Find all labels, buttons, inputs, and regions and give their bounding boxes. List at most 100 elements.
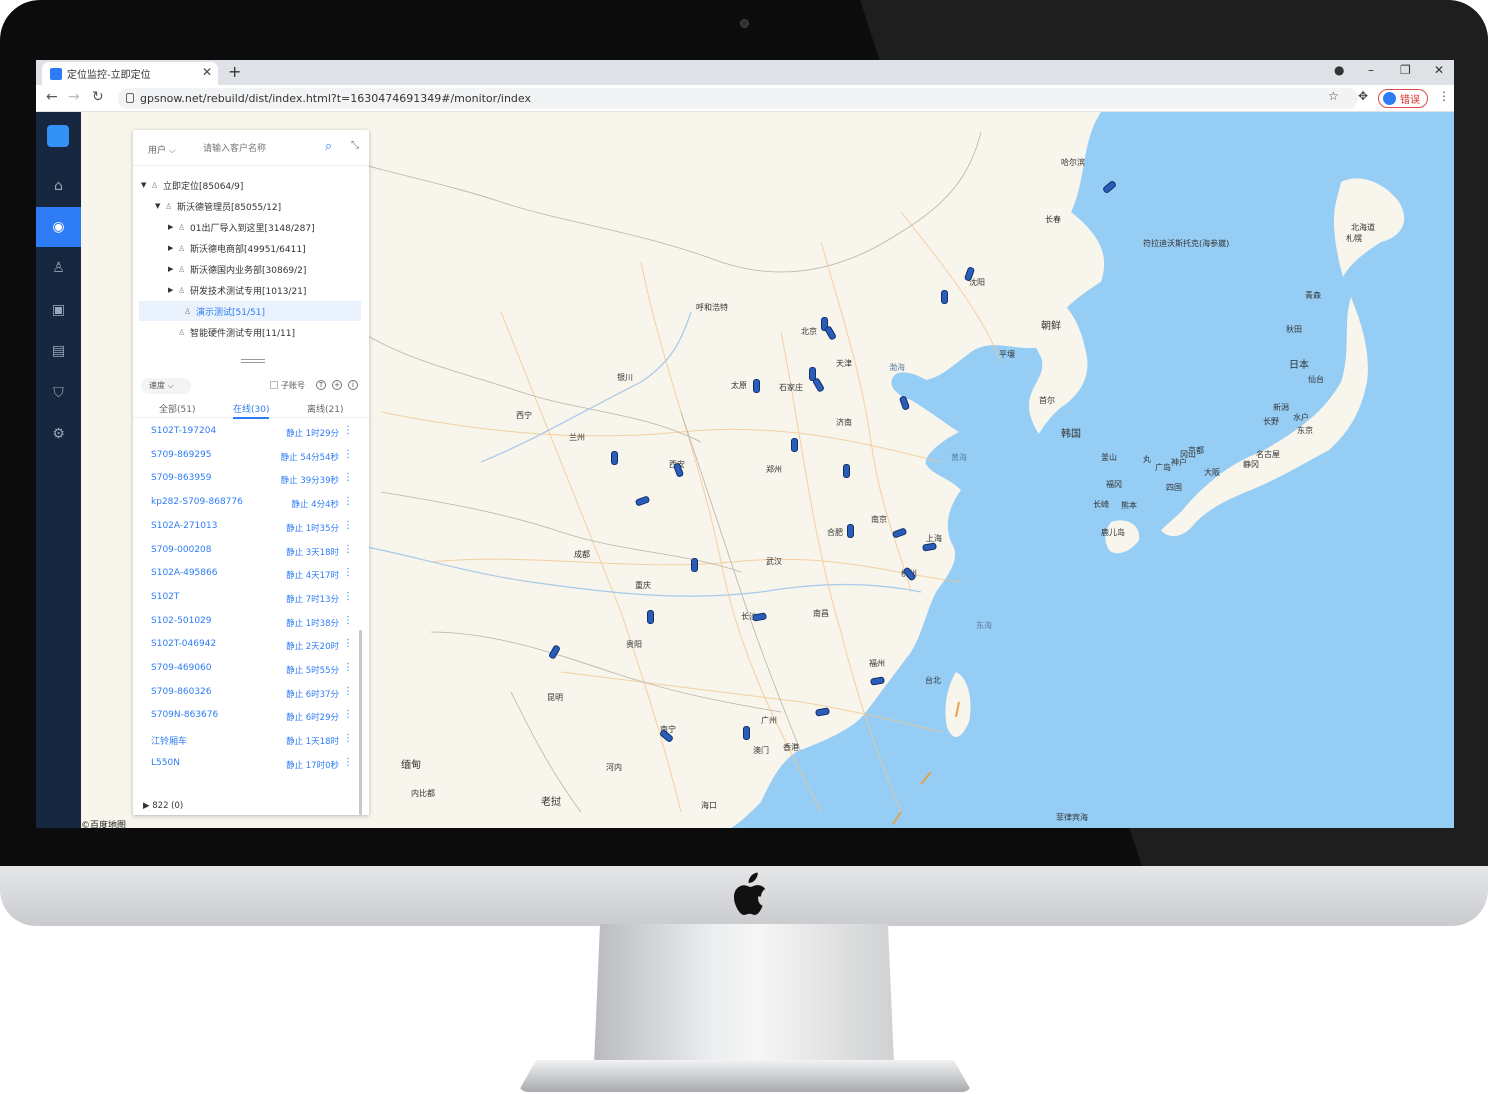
- tree-node[interactable]: ▶ 822 (0): [143, 801, 183, 811]
- profile-icon[interactable]: ●: [1334, 63, 1344, 77]
- map[interactable]: 哈尔滨 长春 呼和浩特 北京 天津 太原 石家庄 济南 银川 兰州 西宁 西安 …: [81, 112, 1454, 828]
- more-icon[interactable]: ⋮: [343, 520, 353, 531]
- more-icon[interactable]: ⋮: [343, 567, 353, 578]
- tab-all[interactable]: 全部(51): [159, 402, 195, 415]
- sub-account-checkbox[interactable]: 子账号: [270, 380, 305, 391]
- caret-down-icon[interactable]: ▼: [155, 202, 165, 210]
- vehicle-name[interactable]: S102T-197204: [151, 426, 216, 436]
- new-tab-icon[interactable]: +: [228, 62, 241, 81]
- more-icon[interactable]: ⋮: [343, 449, 353, 460]
- browser-tab[interactable]: 定位监控-立即定位 ✕: [42, 62, 218, 85]
- more-icon[interactable]: ⋮: [343, 544, 353, 555]
- restore-icon[interactable]: ❐: [1400, 63, 1411, 77]
- collapse-icon[interactable]: ⤡: [351, 140, 359, 151]
- caret-right-icon[interactable]: ▶: [168, 244, 178, 252]
- vehicle-marker[interactable]: [847, 524, 854, 538]
- extensions-icon[interactable]: ✥: [1358, 89, 1368, 103]
- vehicle-marker[interactable]: [941, 290, 948, 304]
- close-tab-icon[interactable]: ✕: [202, 65, 212, 79]
- vehicle-row[interactable]: S709-860326 静止 6时37分 ⋮: [133, 681, 369, 705]
- vehicle-row[interactable]: S102T-046942 静止 2天20时 ⋮: [133, 633, 369, 657]
- vehicle-name[interactable]: 江铃厢车: [151, 734, 187, 747]
- vehicle-marker[interactable]: [691, 558, 698, 572]
- vehicle-row[interactable]: S102A-271013 静止 1时35分 ⋮: [133, 515, 369, 539]
- vehicle-row[interactable]: S709-869295 静止 54分54秒 ⋮: [133, 444, 369, 468]
- vehicle-name[interactable]: S102T: [151, 592, 179, 602]
- vehicle-name[interactable]: L550N: [151, 758, 180, 768]
- tree-node[interactable]: ▼ ♙ 斯沃德管理员[85055/12]: [133, 196, 369, 216]
- tree-node[interactable]: ▶ ♙ 斯沃德电商部[49951/6411]: [133, 238, 369, 258]
- more-icon[interactable]: ⋮: [343, 709, 353, 720]
- url-field[interactable]: gpsnow.net/rebuild/dist/index.html?t=163…: [118, 88, 1358, 109]
- vehicle-marker[interactable]: [843, 464, 850, 478]
- caret-down-icon[interactable]: ▼: [141, 181, 151, 189]
- error-button[interactable]: 错误: [1378, 89, 1428, 108]
- vehicle-row[interactable]: S102A-495866 静止 4天17时 ⋮: [133, 562, 369, 586]
- tree-node[interactable]: ▶ ♙ 01出厂导入到这里[3148/287]: [133, 217, 369, 237]
- report-icon[interactable]: ▤: [36, 331, 81, 371]
- scrollbar[interactable]: [359, 630, 362, 815]
- vehicle-marker[interactable]: [611, 451, 618, 465]
- filter-icon[interactable]: T: [316, 380, 326, 390]
- vehicle-name[interactable]: S102A-495866: [151, 568, 217, 578]
- more-icon[interactable]: ⋮: [343, 686, 353, 697]
- vehicle-row[interactable]: S102-501029 静止 1时38分 ⋮: [133, 610, 369, 634]
- info-icon[interactable]: i: [348, 380, 358, 390]
- vehicle-row[interactable]: S709-863959 静止 39分39秒 ⋮: [133, 467, 369, 491]
- more-icon[interactable]: ⋮: [343, 591, 353, 602]
- reload-icon[interactable]: ↻: [92, 89, 104, 105]
- vehicle-marker[interactable]: [753, 379, 760, 393]
- more-icon[interactable]: ⋮: [343, 638, 353, 649]
- menu-icon[interactable]: ⋮: [1438, 89, 1450, 103]
- vehicle-name[interactable]: S709-469060: [151, 663, 212, 673]
- forward-icon[interactable]: →: [68, 89, 80, 105]
- vehicle-name[interactable]: kp282-S709-868776: [151, 497, 243, 507]
- tree-node[interactable]: ▶ ♙ 研发技术测试专用[1013/21]: [133, 280, 369, 300]
- device-icon[interactable]: ▣: [36, 290, 81, 330]
- vehicle-marker[interactable]: [743, 726, 750, 740]
- more-icon[interactable]: ⋮: [343, 615, 353, 626]
- vehicle-name[interactable]: S709-869295: [151, 450, 212, 460]
- vehicle-row[interactable]: S709-000208 静止 3天18时 ⋮: [133, 539, 369, 563]
- star-icon[interactable]: ☆: [1328, 89, 1339, 103]
- vehicle-row[interactable]: 江铃厢车 静止 1天18时 ⋮: [133, 728, 369, 752]
- tree-node[interactable]: ♙ 智能硬件测试专用[11/11]: [133, 322, 369, 342]
- more-icon[interactable]: ⋮: [343, 425, 353, 436]
- speed-select[interactable]: 速度 ⌵: [141, 378, 191, 394]
- location-icon[interactable]: ◉: [36, 207, 81, 247]
- tree-node[interactable]: ▼ ♙ 立即定位[85064/9]: [133, 175, 369, 195]
- add-icon[interactable]: +: [332, 380, 342, 390]
- tab-online[interactable]: 在线(30): [233, 402, 270, 419]
- tree-node[interactable]: ▶ ♙ 斯沃德国内业务部[30869/2]: [133, 259, 369, 279]
- settings-icon[interactable]: ⚙: [36, 414, 81, 454]
- caret-right-icon[interactable]: ▶: [168, 286, 178, 294]
- vehicle-marker[interactable]: [647, 610, 654, 624]
- caret-right-icon[interactable]: ▶: [168, 223, 178, 231]
- more-icon[interactable]: ⋮: [343, 662, 353, 673]
- vehicle-row[interactable]: S102T-197204 静止 1时29分 ⋮: [133, 420, 369, 444]
- search-input[interactable]: [201, 140, 321, 156]
- vehicle-name[interactable]: S709-860326: [151, 687, 212, 697]
- vehicle-name[interactable]: S102A-271013: [151, 521, 217, 531]
- vehicle-name[interactable]: S709-863959: [151, 473, 212, 483]
- more-icon[interactable]: ⋮: [343, 733, 353, 744]
- caret-right-icon[interactable]: ▶: [168, 265, 178, 273]
- vehicle-name[interactable]: S709N-863676: [151, 710, 218, 720]
- vehicle-name[interactable]: S709-000208: [151, 545, 212, 555]
- more-icon[interactable]: ⋮: [343, 496, 353, 507]
- vehicle-row[interactable]: S102T 静止 7时13分 ⋮: [133, 586, 369, 610]
- close-window-icon[interactable]: ✕: [1434, 63, 1444, 77]
- vehicle-row[interactable]: L550N 静止 17时0秒 ⋮: [133, 752, 369, 776]
- resize-handle[interactable]: [241, 359, 265, 363]
- vehicle-name[interactable]: S102T-046942: [151, 639, 216, 649]
- home-icon[interactable]: ⌂: [36, 166, 81, 206]
- minimize-icon[interactable]: –: [1368, 63, 1374, 77]
- shield-icon[interactable]: ⛉: [36, 373, 81, 413]
- vehicle-row[interactable]: S709N-863676 静止 6时29分 ⋮: [133, 704, 369, 728]
- tree-node-selected[interactable]: ♙ 演示测试[51/51]: [139, 301, 361, 321]
- vehicle-row[interactable]: S709-469060 静止 5时55分 ⋮: [133, 657, 369, 681]
- search-icon[interactable]: ⌕: [325, 139, 332, 154]
- tab-offline[interactable]: 离线(21): [307, 402, 343, 415]
- more-icon[interactable]: ⋮: [343, 757, 353, 768]
- more-icon[interactable]: ⋮: [343, 472, 353, 483]
